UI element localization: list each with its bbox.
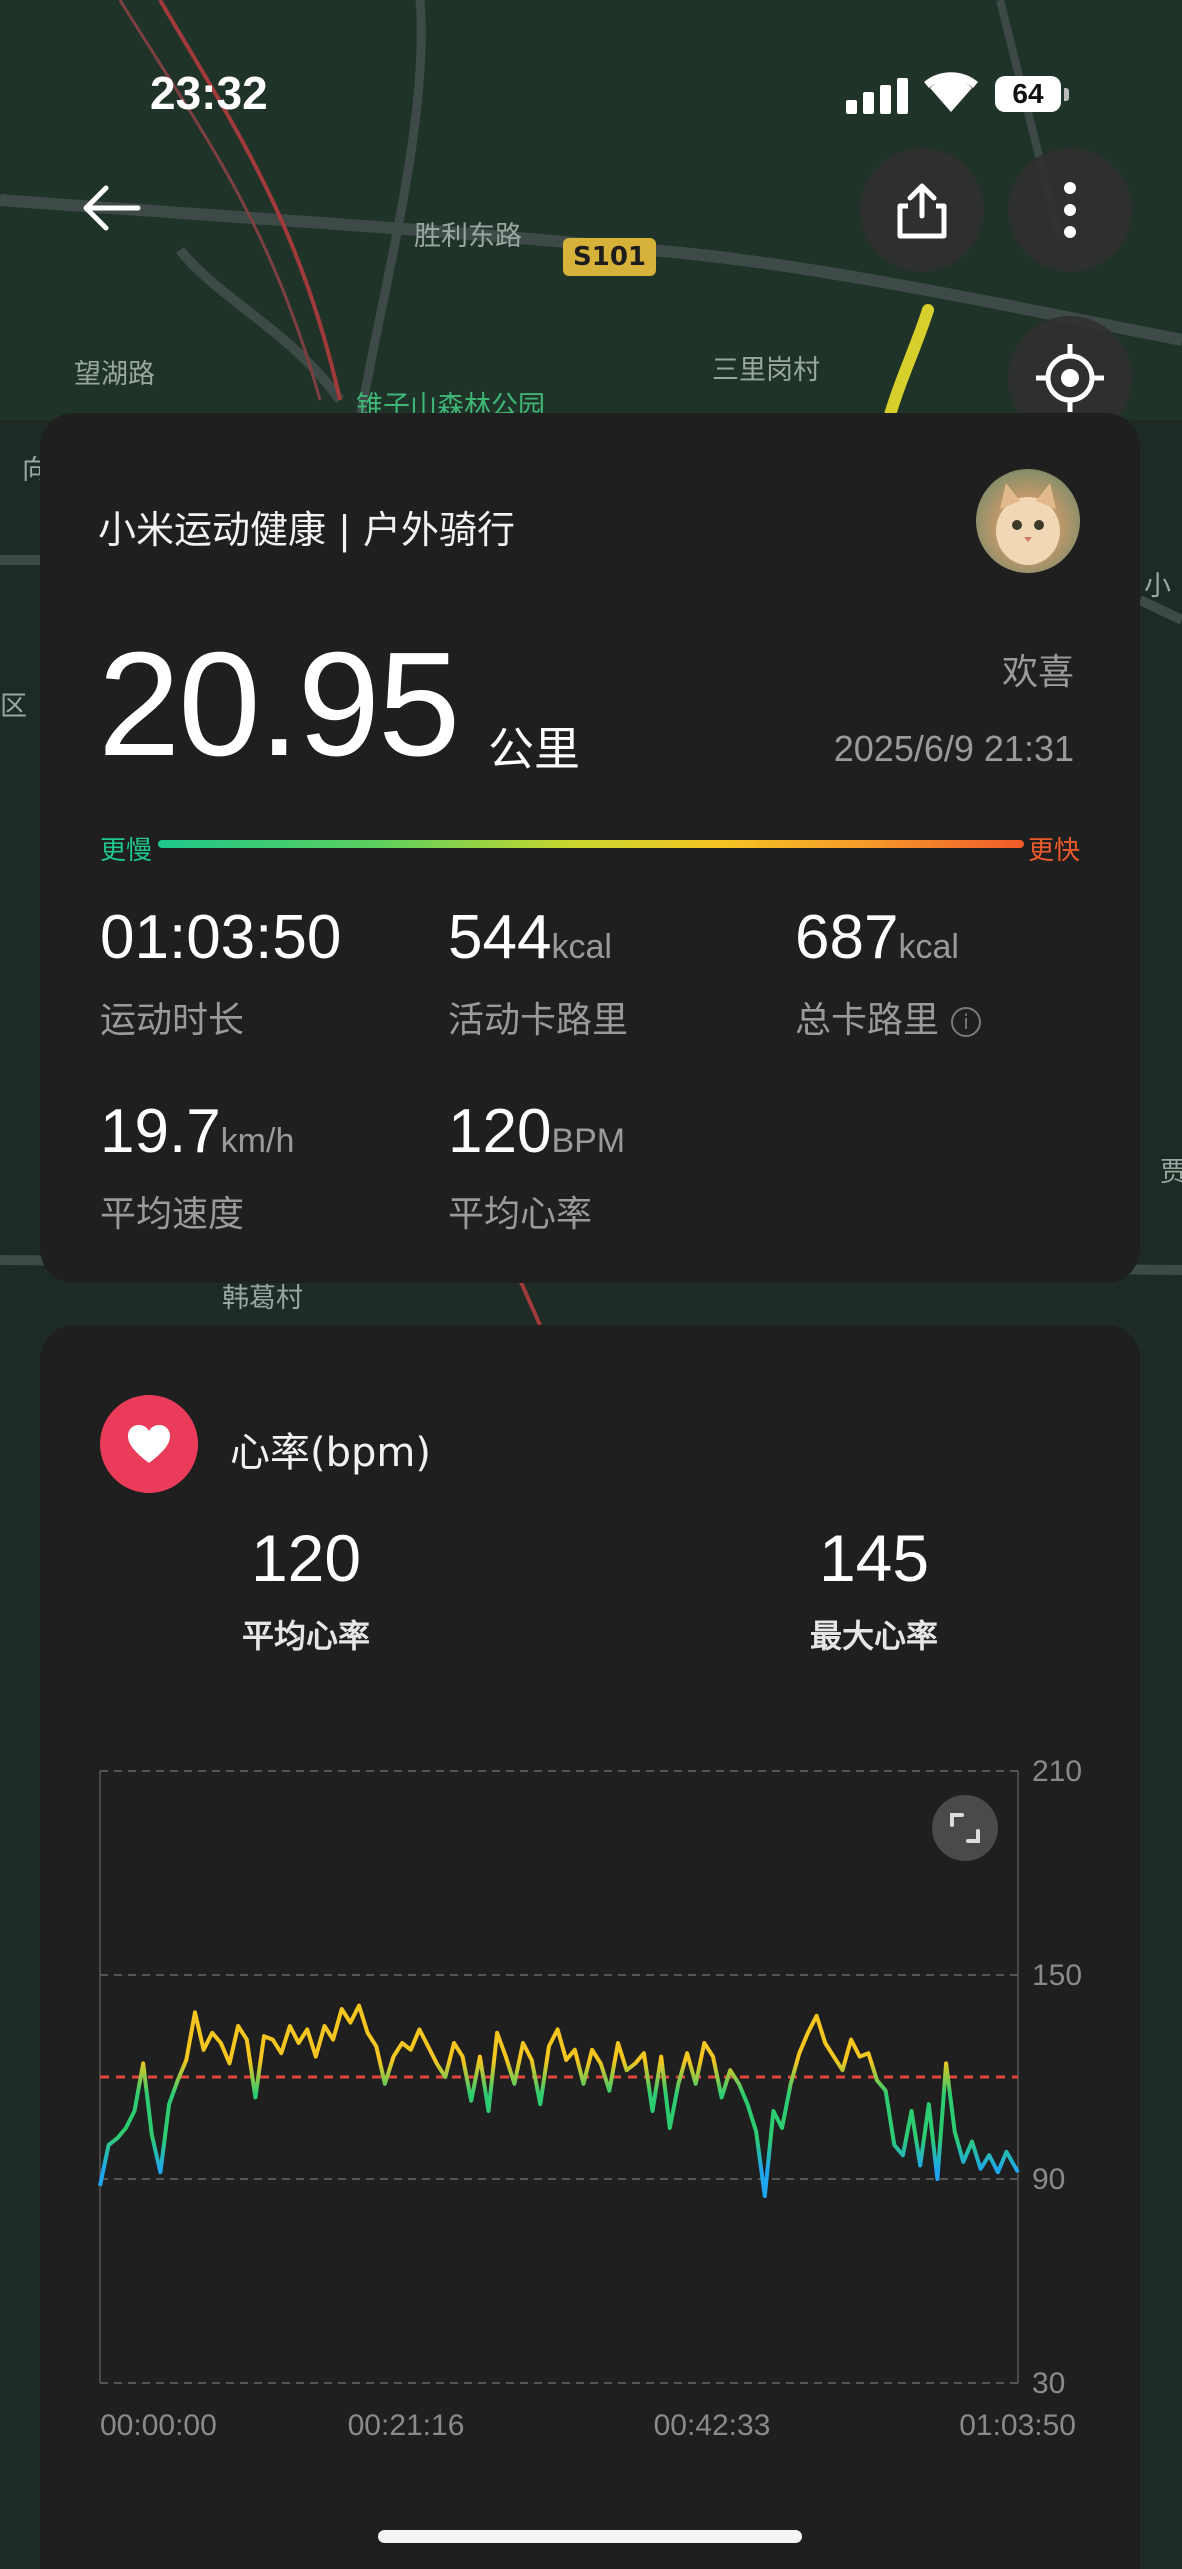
stat-label: 平均心率 [448, 1194, 593, 1235]
distance-unit: 公里 [488, 722, 580, 776]
x-tick-label: 00:00:00 [100, 2409, 217, 2442]
stat-value: 687kcal [795, 903, 959, 972]
stat-label: 活动卡路里 [448, 1000, 629, 1041]
x-tick-label: 01:03:50 [959, 2409, 1076, 2442]
speed-slow-label: 更慢 [100, 836, 153, 866]
info-icon[interactable]: i [951, 1007, 982, 1037]
map-label-village: 三里岗村 [712, 355, 820, 386]
cat-avatar-icon [996, 483, 1060, 565]
more-button[interactable] [1008, 148, 1132, 272]
stat-value: 120BPM [448, 1097, 626, 1166]
route-badge: S101 [563, 238, 656, 276]
map-label-edge: 贾 [1160, 1157, 1182, 1188]
wifi-icon [924, 72, 978, 118]
distance-value: 20.95 [98, 622, 460, 787]
more-vertical-icon [1064, 182, 1076, 238]
workout-summary-card: 小米运动健康 | 户外骑行 20.95 公里 欢喜 2025/6/9 21:31… [40, 413, 1140, 1283]
back-button[interactable] [78, 180, 144, 236]
stat-value: 544kcal [448, 903, 612, 972]
status-time: 23:32 [150, 67, 268, 119]
map-label-road: 胜利东路 [414, 221, 522, 252]
avatar[interactable] [976, 469, 1080, 573]
heart-rate-chart[interactable]: 210 150 90 30 00:00:00 00:21:16 00:42:33 01:03:… [40, 1325, 1140, 2569]
stat-active-calories: 544kcal 活动卡路里 [448, 907, 628, 1043]
battery-tip [1064, 88, 1069, 101]
share-icon [897, 183, 947, 239]
speed-fast-label: 更快 [1028, 836, 1081, 866]
workout-title: 小米运动健康 | 户外骑行 [98, 508, 515, 552]
y-tick-label: 210 [1032, 1755, 1082, 1788]
heart-rate-series-line [98, 2003, 1020, 2198]
stat-label: 总卡路里 i [795, 991, 982, 1043]
workout-datetime: 2025/6/9 21:31 [833, 728, 1074, 769]
speed-gradient-bar [158, 840, 1024, 848]
stat-total-calories: 687kcal 总卡路里 i [795, 903, 982, 1043]
y-tick-label: 30 [1032, 2367, 1065, 2400]
expand-chart-button[interactable] [932, 1795, 998, 1861]
stat-avg-speed: 19.7km/h 平均速度 [100, 1101, 294, 1237]
y-tick-label: 90 [1032, 2163, 1065, 2196]
locate-icon [1036, 344, 1104, 412]
map-label-road: 望湖路 [74, 359, 155, 390]
arrow-left-icon [83, 185, 141, 231]
share-button[interactable] [860, 148, 984, 272]
stat-duration: 01:03:50 运动时长 [100, 907, 341, 1043]
expand-icon [950, 1813, 980, 1843]
battery-indicator: 64 [995, 76, 1061, 112]
map-label-edge: 区 [0, 691, 27, 722]
heart-rate-card: 心率(bpm) 120 平均心率 145 最大心率 210 150 90 30 00:0… [40, 1325, 1140, 2569]
stat-value: 19.7km/h [100, 1097, 295, 1166]
map-label-edge: 小 [1144, 571, 1171, 602]
stat-label: 运动时长 [100, 1000, 245, 1041]
x-tick-label: 00:42:33 [654, 2409, 771, 2442]
stat-value: 01:03:50 [100, 903, 342, 972]
home-indicator[interactable] [378, 2530, 802, 2543]
y-tick-label: 150 [1032, 1959, 1082, 1992]
x-tick-label: 00:21:16 [348, 2409, 465, 2442]
user-name: 欢喜 [1001, 652, 1074, 693]
stat-avg-heart-rate: 120BPM 平均心率 [448, 1101, 625, 1237]
stat-label: 平均速度 [100, 1194, 245, 1235]
cellular-signal-icon [846, 78, 910, 118]
